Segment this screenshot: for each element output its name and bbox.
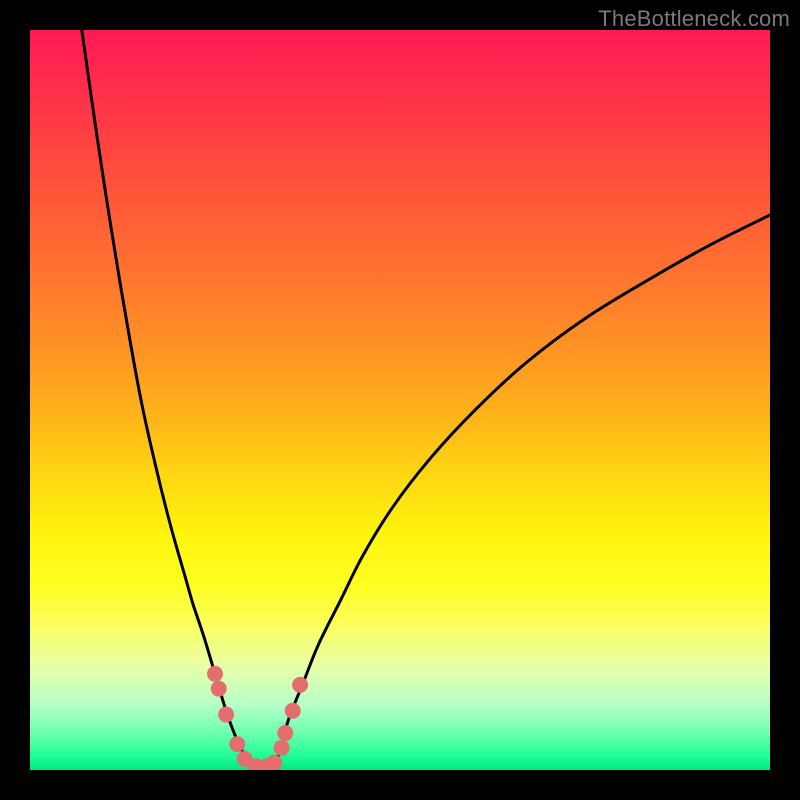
marker-dot xyxy=(266,755,282,770)
watermark-text: TheBottleneck.com xyxy=(598,6,790,32)
markers-layer xyxy=(30,30,770,770)
marker-dot xyxy=(207,666,223,682)
marker-dot xyxy=(285,703,301,719)
marker-dot xyxy=(292,677,308,693)
marker-dot xyxy=(277,725,293,741)
marker-dot xyxy=(274,740,290,756)
outer-frame: TheBottleneck.com xyxy=(0,0,800,800)
marker-dot xyxy=(211,681,227,697)
marker-dot xyxy=(218,707,234,723)
marker-dot xyxy=(229,736,245,752)
plot-area xyxy=(30,30,770,770)
